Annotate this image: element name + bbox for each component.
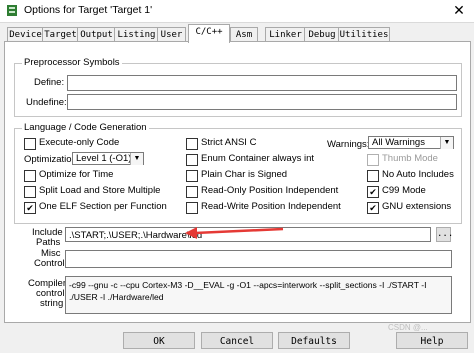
preprocessor-title: Preprocessor Symbols [22,57,122,68]
tab-output[interactable]: Output [77,27,116,42]
tab-c-cpp[interactable]: C/C++ [188,24,230,43]
cancel-button[interactable]: Cancel [201,332,273,349]
thumb-mode-checkbox[interactable] [367,154,379,166]
optimize-time-label: Optimize for Time [39,169,114,180]
compiler-control-string: -c99 --gnu -c --cpu Cortex-M3 -D__EVAL -… [65,276,452,314]
help-button[interactable]: Help [396,332,468,349]
tab-asm[interactable]: Asm [230,27,258,42]
ok-button[interactable]: OK [123,332,195,349]
compiler-string-line-1: -c99 --gnu -c --cpu Cortex-M3 -D__EVAL -… [69,280,427,290]
ro-pi-label: Read-Only Position Independent [201,185,339,196]
strict-ansi-checkbox[interactable] [186,138,198,150]
defaults-button[interactable]: Defaults [278,332,350,349]
compiler-string-line-2: ./USER -I ./Hardware/led [69,292,164,302]
undefine-field[interactable] [67,94,457,110]
no-auto-includes-checkbox[interactable] [367,170,379,182]
browse-button[interactable]: ... [436,227,453,242]
one-elf-label: One ELF Section per Function [39,201,167,212]
execute-only-label: Execute-only Code [39,137,120,148]
window-title: Options for Target 'Target 1' [24,4,153,16]
checkmark-icon: ✔ [369,203,377,213]
tab-user[interactable]: User [157,27,186,42]
define-field[interactable] [67,75,457,91]
one-elf-checkbox[interactable]: ✔ [24,202,36,214]
warnings-value: All Warnings [372,137,425,148]
split-load-checkbox[interactable] [24,186,36,198]
c99-mode-label: C99 Mode [382,185,426,196]
close-icon[interactable]: ✕ [448,1,470,19]
compiler-label-3: string [40,298,64,309]
chevron-down-icon: ▼ [130,153,143,165]
tab-debug[interactable]: Debug [304,27,340,42]
checkmark-icon: ✔ [26,203,34,213]
optimization-select[interactable]: Level 1 (-O1) ▼ [72,152,144,165]
rw-pi-label: Read-Write Position Independent [201,201,341,212]
app-icon [7,5,17,16]
optimize-time-checkbox[interactable] [24,170,36,182]
title-bar: Options for Target 'Target 1' ✕ [0,0,474,23]
no-auto-includes-label: No Auto Includes [382,169,454,180]
tab-target[interactable]: Target [42,27,79,42]
rw-pi-checkbox[interactable] [186,202,198,214]
misc-controls-field[interactable] [65,250,452,268]
c99-mode-checkbox[interactable]: ✔ [367,186,379,198]
warnings-select[interactable]: All Warnings ▼ [368,136,454,149]
watermark-text: CSDN @... [388,323,428,332]
chevron-down-icon: ▼ [440,137,453,149]
optimization-value: Level 1 (-O1) [76,153,132,164]
strict-ansi-label: Strict ANSI C [201,137,257,148]
tab-device[interactable]: Device [7,27,44,42]
split-load-label: Split Load and Store Multiple [39,185,161,196]
language-title: Language / Code Generation [22,122,149,133]
plain-char-label: Plain Char is Signed [201,169,288,180]
tab-linker[interactable]: Linker [265,27,306,42]
undefine-label: Undefine: [26,97,67,108]
gnu-ext-checkbox[interactable]: ✔ [367,202,379,214]
tab-utilities[interactable]: Utilities [338,27,390,42]
checkmark-icon: ✔ [369,187,377,197]
annotation-arrow-icon [185,227,284,239]
ro-pi-checkbox[interactable] [186,186,198,198]
tab-listing[interactable]: Listing [114,27,159,42]
plain-char-checkbox[interactable] [186,170,198,182]
execute-only-checkbox[interactable] [24,138,36,150]
include-label-2: Paths [36,237,61,248]
gnu-ext-label: GNU extensions [382,201,452,212]
define-label: Define: [34,77,65,88]
enum-container-checkbox[interactable] [186,154,198,166]
enum-container-label: Enum Container always int [201,153,314,164]
thumb-mode-label: Thumb Mode [382,153,438,164]
warnings-label: Warnings: [327,139,370,150]
